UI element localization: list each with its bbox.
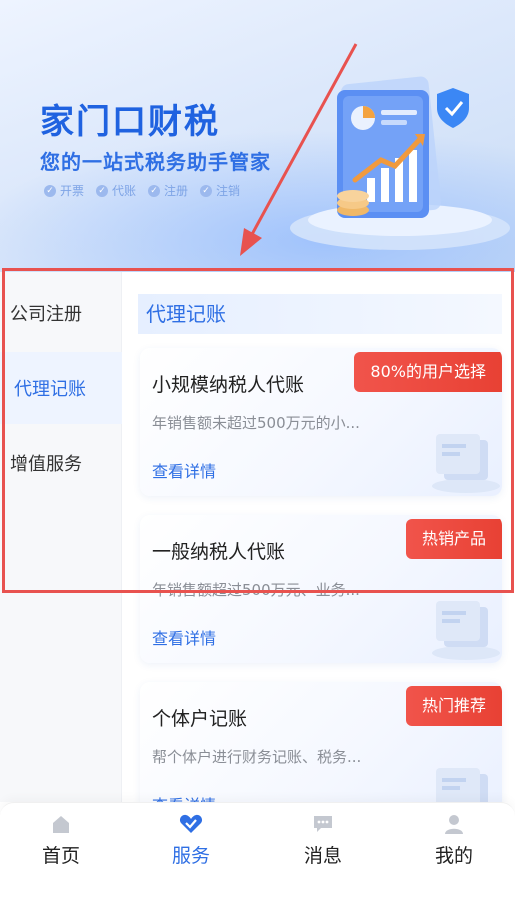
hero-banner: 家门口财税 您的一站式税务助手管家 ✓ 开票 ✓ 代账 ✓ 注册 ✓ 注销 bbox=[0, 0, 515, 272]
category-sidebar: 公司注册 代理记账 增值服务 bbox=[0, 272, 122, 802]
card-title: 小规模纳税人代账 bbox=[152, 374, 305, 396]
sidebar-item-value-added-services[interactable]: 增值服务 bbox=[0, 427, 122, 499]
service-card[interactable]: 热销产品 一般纳税人代账 年销售额超过500万元、业务... 查看详情 bbox=[140, 515, 502, 663]
tab-label: 我的 bbox=[434, 845, 473, 867]
document-icon bbox=[432, 434, 500, 493]
banner-title: 家门口财税 bbox=[40, 102, 220, 142]
card-badge: 80%的用户选择 bbox=[354, 352, 502, 392]
banner-tag: ✓ 注册 bbox=[148, 182, 188, 199]
section-title: 代理记账 bbox=[138, 294, 502, 334]
check-icon: ✓ bbox=[44, 184, 56, 197]
card-description: 年销售额超过500万元、业务... bbox=[152, 581, 360, 599]
view-details-link[interactable]: 查看详情 bbox=[152, 792, 216, 802]
check-icon: ✓ bbox=[148, 184, 161, 197]
banner-tag-label: 代账 bbox=[112, 184, 137, 198]
banner-tag-label: 注销 bbox=[216, 184, 241, 198]
home-icon bbox=[53, 816, 69, 833]
card-title: 个体户记账 bbox=[152, 708, 248, 730]
service-icon bbox=[179, 814, 203, 833]
document-icon bbox=[436, 768, 488, 802]
service-card[interactable]: 热门推荐 个体户记账 帮个体户进行财务记账、税务... 查看详情 bbox=[140, 682, 502, 802]
check-icon: ✓ bbox=[96, 184, 109, 197]
service-content: 代理记账 80%的用户选择 小规模纳税人代账 年销售额未超过500万元的小...… bbox=[122, 272, 515, 802]
banner-tag: ✓ 代账 bbox=[96, 182, 136, 199]
profile-icon bbox=[445, 815, 463, 834]
card-description: 帮个体户进行财务记账、税务... bbox=[152, 748, 362, 766]
tab-home[interactable]: 首页 bbox=[16, 813, 106, 873]
tab-label: 首页 bbox=[41, 845, 80, 867]
tab-profile[interactable]: 我的 bbox=[409, 813, 499, 873]
check-icon: ✓ bbox=[200, 184, 213, 197]
message-icon bbox=[314, 816, 332, 832]
bottom-tab-bar: 首页 服务 消息 我的 bbox=[0, 802, 515, 905]
service-card[interactable]: 80%的用户选择 小规模纳税人代账 年销售额未超过500万元的小... 查看详情 bbox=[140, 348, 502, 496]
banner-tag-label: 注册 bbox=[164, 184, 189, 198]
banner-subtitle: 您的一站式税务助手管家 bbox=[40, 150, 271, 174]
finance-illustration bbox=[290, 76, 510, 250]
card-badge: 热销产品 bbox=[405, 519, 502, 559]
card-description: 年销售额未超过500万元的小... bbox=[152, 414, 360, 432]
tab-service[interactable]: 服务 bbox=[146, 813, 236, 873]
banner-tag: ✓ 开票 bbox=[44, 182, 84, 199]
view-details-link[interactable]: 查看详情 bbox=[152, 458, 216, 482]
banner-tag: ✓ 注销 bbox=[200, 182, 240, 199]
card-badge: 热门推荐 bbox=[405, 686, 502, 726]
banner-tag-label: 开票 bbox=[60, 184, 85, 198]
tab-label: 服务 bbox=[171, 845, 210, 867]
card-title: 一般纳税人代账 bbox=[152, 541, 286, 563]
tab-label: 消息 bbox=[303, 845, 342, 867]
banner-tags: ✓ 开票 ✓ 代账 ✓ 注册 ✓ 注销 bbox=[44, 182, 240, 199]
view-details-link[interactable]: 查看详情 bbox=[152, 625, 216, 649]
tab-messages[interactable]: 消息 bbox=[278, 813, 368, 873]
document-icon bbox=[432, 601, 500, 660]
sidebar-item-bookkeeping[interactable]: 代理记账 bbox=[0, 352, 122, 424]
sidebar-item-company-registration[interactable]: 公司注册 bbox=[0, 277, 122, 349]
